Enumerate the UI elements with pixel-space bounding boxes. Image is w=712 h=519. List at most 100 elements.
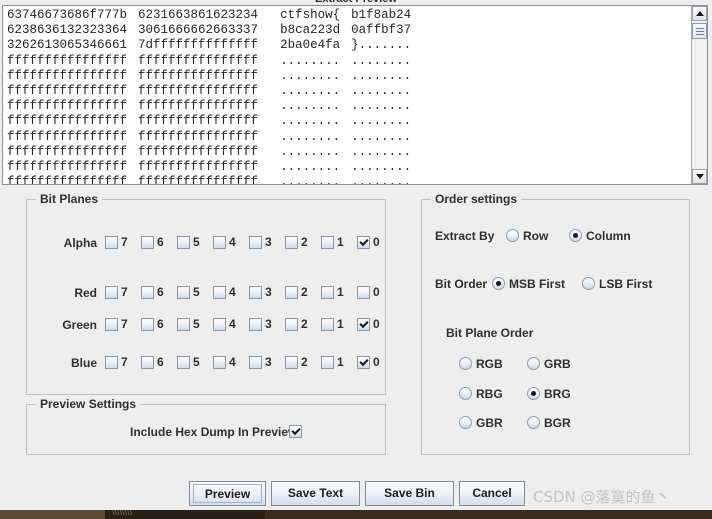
bit-checkbox-alpha-1[interactable]: [321, 236, 334, 249]
bit-cell: 2: [285, 317, 316, 334]
order-settings-group: Order settings Extract By Row Column Bit …: [421, 192, 690, 455]
bit-number-label: 7: [121, 317, 128, 331]
bit-checkbox-red-1[interactable]: [321, 286, 334, 299]
scroll-down-button[interactable]: [692, 169, 707, 184]
bit-plane-order-option-gbr[interactable]: GBR: [459, 415, 503, 430]
bit-checkbox-alpha-5[interactable]: [177, 236, 190, 249]
bit-cell: 5: [177, 285, 208, 302]
radio-indicator[interactable]: [459, 416, 472, 430]
bit-checkbox-blue-6[interactable]: [141, 356, 154, 369]
radio-indicator[interactable]: [582, 277, 595, 291]
bit-order-option-msb-first[interactable]: MSB First: [492, 276, 565, 291]
hex-dump-scrollbar[interactable]: [691, 6, 707, 184]
radio-indicator[interactable]: [527, 387, 540, 401]
bit-checkbox-green-1[interactable]: [321, 318, 334, 331]
bit-plane-order-option-rbg[interactable]: RBG: [459, 386, 503, 401]
bit-checkbox-blue-0[interactable]: [357, 356, 370, 369]
bit-cell: 0: [357, 317, 388, 334]
radio-indicator[interactable]: [506, 229, 519, 243]
bit-checkbox-blue-2[interactable]: [285, 356, 298, 369]
bit-number-label: 1: [337, 317, 344, 331]
hex-dump-line: 6238636132323364 3061666662663337 b8ca223d…: [7, 23, 412, 38]
radio-label: GRB: [544, 356, 571, 371]
bit-number-label: 0: [373, 285, 380, 299]
radio-indicator[interactable]: [459, 357, 472, 371]
background-text: \\\\\\\\: [112, 510, 133, 517]
bit-checkbox-red-5[interactable]: [177, 286, 190, 299]
bit-checkbox-alpha-2[interactable]: [285, 236, 298, 249]
bit-checkbox-blue-4[interactable]: [213, 356, 226, 369]
bit-cell: 2: [285, 355, 316, 372]
save-text-button[interactable]: Save Text: [271, 481, 360, 506]
thumb-grip-line: [696, 31, 704, 32]
bit-number-label: 2: [301, 317, 308, 331]
bit-plane-order-option-brg[interactable]: BRG: [527, 386, 571, 401]
hex-dump-line: ffffffffffffffff ffffffffffffffff........…: [7, 83, 412, 98]
bit-checkbox-alpha-6[interactable]: [141, 236, 154, 249]
bit-cell: 3: [249, 355, 280, 372]
scrollbar-thumb[interactable]: [692, 23, 707, 39]
radio-label: Row: [523, 228, 549, 243]
radio-label: Column: [586, 228, 631, 243]
bit-checkbox-blue-1[interactable]: [321, 356, 334, 369]
bit-checkbox-green-6[interactable]: [141, 318, 154, 331]
bit-checkbox-green-4[interactable]: [213, 318, 226, 331]
radio-label: GBR: [476, 415, 503, 430]
bit-checkbox-green-7[interactable]: [105, 318, 118, 331]
bit-checkbox-red-7[interactable]: [105, 286, 118, 299]
bit-number-label: 2: [301, 285, 308, 299]
bit-number-label: 1: [337, 285, 344, 299]
bit-checkbox-green-0[interactable]: [357, 318, 370, 331]
bit-plane-order-option-bgr[interactable]: BGR: [527, 415, 571, 430]
bit-cell: 7: [105, 355, 136, 372]
bit-checkbox-alpha-3[interactable]: [249, 236, 262, 249]
bit-checkbox-green-3[interactable]: [249, 318, 262, 331]
radio-indicator[interactable]: [459, 387, 472, 401]
bit-number-label: 7: [121, 235, 128, 249]
bit-checkbox-red-3[interactable]: [249, 286, 262, 299]
triangle-up-icon: [696, 11, 704, 16]
extract-by-option-row[interactable]: Row: [506, 228, 548, 243]
bit-plane-channel-label: Blue: [70, 356, 97, 370]
bit-number-label: 0: [373, 235, 380, 249]
bit-plane-channel-label: Alpha: [63, 236, 97, 250]
bit-checkbox-blue-7[interactable]: [105, 356, 118, 369]
bit-cell: 4: [213, 317, 244, 334]
bit-checkbox-alpha-7[interactable]: [105, 236, 118, 249]
radio-indicator[interactable]: [569, 229, 582, 243]
bit-cell: 3: [249, 285, 280, 302]
bit-cell: 7: [105, 235, 136, 252]
bit-checkbox-green-5[interactable]: [177, 318, 190, 331]
bit-order-option-lsb-first[interactable]: LSB First: [582, 276, 652, 291]
preview-button[interactable]: Preview: [189, 481, 266, 506]
cancel-button[interactable]: Cancel: [459, 481, 525, 506]
hex-dump-line: ffffffffffffffff ffffffffffffffff........…: [7, 53, 412, 68]
bit-order-label: Bit Order: [435, 277, 488, 291]
bit-cell: 7: [105, 285, 136, 302]
bit-plane-order-option-rgb[interactable]: RGB: [459, 356, 503, 371]
hex-dump-textarea[interactable]: 63746673686f777b 6231663861623234 ctfshow{…: [3, 6, 690, 184]
bit-checkbox-red-4[interactable]: [213, 286, 226, 299]
bit-checkbox-alpha-4[interactable]: [213, 236, 226, 249]
radio-indicator[interactable]: [527, 357, 540, 371]
bit-checkbox-blue-3[interactable]: [249, 356, 262, 369]
bit-checkbox-red-0[interactable]: [357, 286, 370, 299]
extract-by-option-column[interactable]: Column: [569, 228, 631, 243]
scroll-up-button[interactable]: [692, 6, 707, 21]
bit-checkbox-alpha-0[interactable]: [357, 236, 370, 249]
radio-indicator[interactable]: [492, 277, 505, 291]
radio-indicator[interactable]: [527, 416, 540, 430]
save-bin-button[interactable]: Save Bin: [365, 481, 454, 506]
bit-checkbox-red-6[interactable]: [141, 286, 154, 299]
bit-checkbox-green-2[interactable]: [285, 318, 298, 331]
bit-number-label: 4: [229, 285, 236, 299]
hex-dump-line: ffffffffffffffff ffffffffffffffff........…: [7, 114, 412, 129]
radio-label: BGR: [544, 415, 571, 430]
radio-label: MSB First: [509, 276, 566, 291]
bit-checkbox-red-2[interactable]: [285, 286, 298, 299]
save-text-button-label: Save Text: [287, 486, 344, 500]
desktop-background-strip: \\\\\\\\: [0, 510, 712, 519]
bit-plane-order-option-grb[interactable]: GRB: [527, 356, 571, 371]
include-hex-dump-checkbox[interactable]: [289, 425, 302, 438]
bit-checkbox-blue-5[interactable]: [177, 356, 190, 369]
